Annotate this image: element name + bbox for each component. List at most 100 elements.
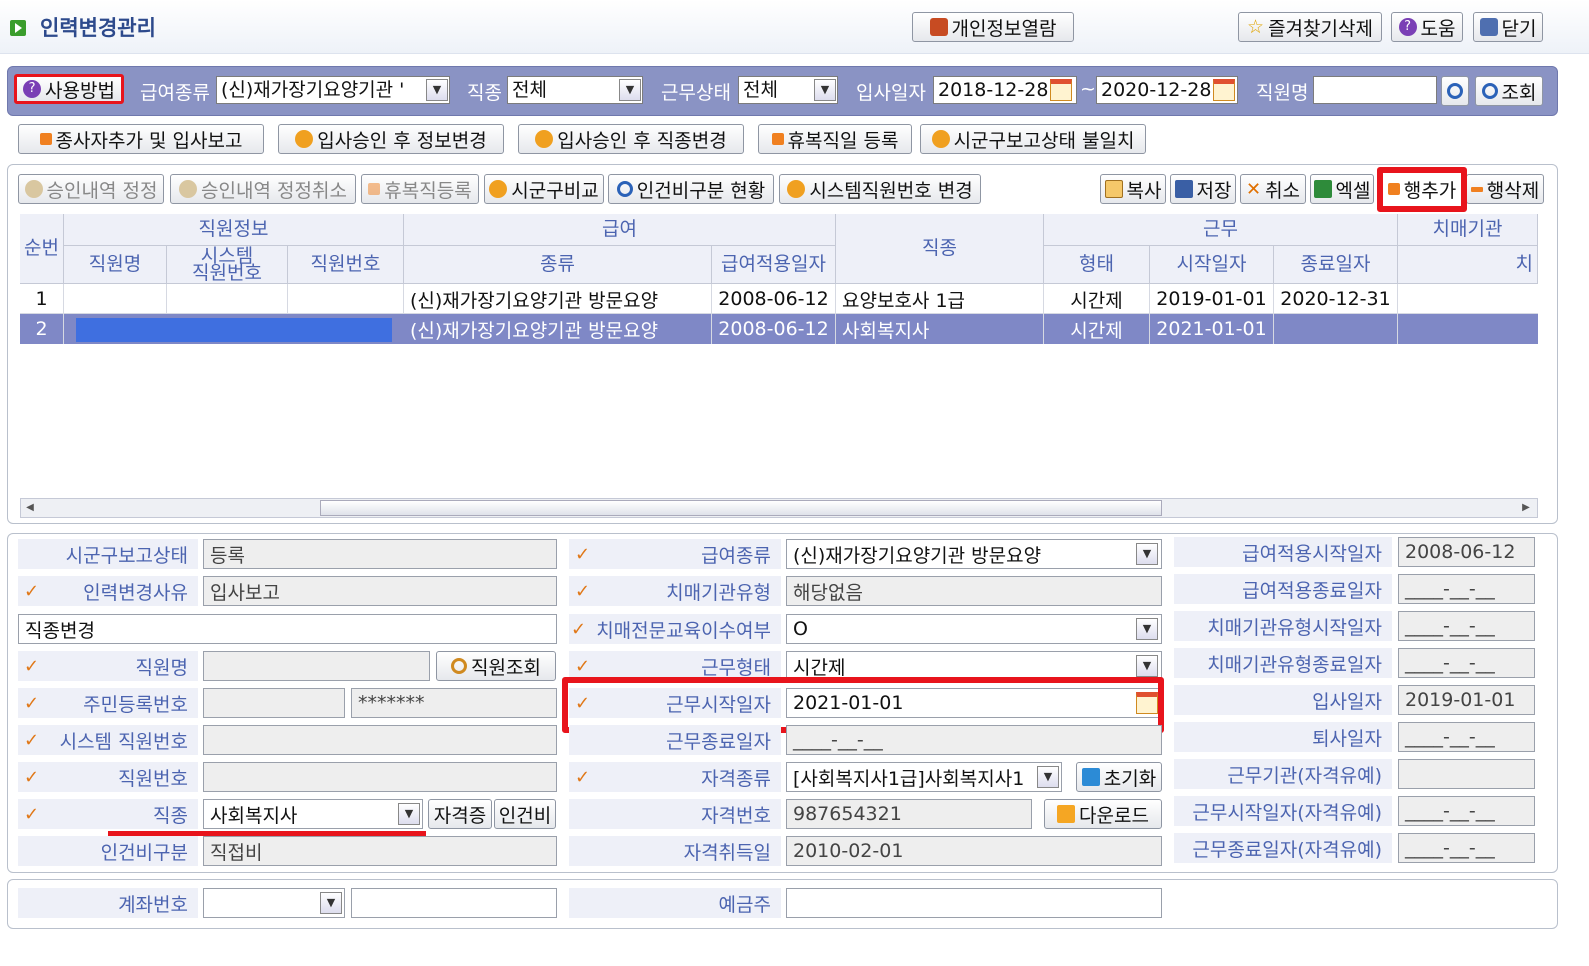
required-check-icon: ✓ bbox=[575, 766, 591, 788]
report-mismatch-button[interactable]: 시군구보고상태 불일치 bbox=[920, 124, 1146, 154]
leave-register-button[interactable]: 휴복직등록 bbox=[361, 174, 479, 204]
job-change-button[interactable]: 입사승인 후 직종변경 bbox=[518, 124, 744, 154]
deferred-end-label: 근무종료일자(자격유예) bbox=[1174, 833, 1392, 863]
dementia-edu-select[interactable]: O bbox=[786, 614, 1162, 644]
required-check-icon: ✓ bbox=[24, 580, 40, 602]
chevron-down-icon[interactable]: ▼ bbox=[1136, 618, 1158, 640]
usage-button[interactable]: ? 사용방법 bbox=[14, 74, 124, 104]
pay-type-select[interactable]: (신)재가장기요양기관 ' bbox=[216, 76, 450, 104]
cell-end bbox=[1274, 314, 1398, 344]
chevron-down-icon[interactable]: ▼ bbox=[1136, 543, 1158, 565]
cancel-icon: ✕ bbox=[1245, 178, 1262, 200]
chevron-down-icon[interactable]: ▼ bbox=[814, 79, 836, 101]
cell-seq: 1 bbox=[20, 284, 64, 314]
app-logo-icon bbox=[10, 20, 26, 36]
dementia-type-field: 해당없음 bbox=[786, 576, 1162, 606]
scroll-left-icon[interactable]: ◀ bbox=[22, 500, 38, 516]
staff-search-button[interactable]: 직원조회 bbox=[436, 651, 556, 681]
help-button[interactable]: ? 도움 bbox=[1391, 12, 1463, 42]
required-check-icon: ✓ bbox=[24, 729, 40, 751]
chevron-down-icon[interactable]: ▼ bbox=[398, 803, 420, 825]
change-icon bbox=[931, 130, 950, 148]
excel-button[interactable]: 엑셀 bbox=[1310, 174, 1374, 204]
pay-type-select[interactable]: (신)재가장기요양기관 방문요양 bbox=[786, 539, 1162, 569]
account-holder-label: 예금주 bbox=[569, 888, 781, 918]
calendar-icon[interactable] bbox=[1213, 79, 1235, 101]
search-small-button[interactable] bbox=[1441, 76, 1469, 106]
rrn-front-field[interactable] bbox=[203, 688, 345, 718]
col-name-header: 직원명 bbox=[64, 246, 167, 284]
cert-type-label: ✓ 자격종류 bbox=[569, 762, 781, 792]
add-staff-report-button[interactable]: 종사자추가 및 입사보고 bbox=[18, 124, 264, 154]
account-holder-input[interactable] bbox=[786, 888, 1162, 918]
cell-seq: 2 bbox=[20, 314, 64, 344]
pay-type-label: ✓ 급여종류 bbox=[569, 539, 781, 569]
staff-name-field[interactable] bbox=[203, 651, 430, 681]
change-reason-field: 입사보고 bbox=[203, 576, 557, 606]
close-button[interactable]: 닫기 bbox=[1473, 12, 1543, 42]
change-reason-label: ✓ 인력변경사유 bbox=[18, 576, 198, 606]
copy-button[interactable]: 복사 bbox=[1100, 174, 1166, 204]
privacy-view-button[interactable]: 개인정보열람 bbox=[912, 12, 1074, 42]
col-empno-header: 직원번호 bbox=[288, 246, 404, 284]
system-staff-no-field bbox=[203, 725, 557, 755]
rrn-back-field[interactable]: ******* bbox=[351, 688, 557, 718]
chevron-down-icon[interactable]: ▼ bbox=[1037, 766, 1059, 788]
delete-row-button[interactable]: 행삭제 bbox=[1466, 174, 1544, 204]
labor-type-field: 직접비 bbox=[203, 836, 557, 866]
job-type-select[interactable]: 사회복지사 bbox=[203, 799, 423, 829]
deferred-end-field: ____-__-__ bbox=[1398, 833, 1535, 863]
cell-start: 2019-01-01 bbox=[1150, 284, 1274, 314]
search-button[interactable]: 조회 bbox=[1475, 76, 1543, 106]
info-change-button[interactable]: 입사승인 후 정보변경 bbox=[278, 124, 504, 154]
col-sysno-header: 시스템 직원번호 bbox=[167, 246, 288, 284]
dementia-start-label: 치매기관유형시작일자 bbox=[1174, 611, 1392, 641]
cell-work-type: 시간제 bbox=[1044, 314, 1150, 344]
star-icon: ☆ bbox=[1247, 16, 1265, 38]
col-work-type-header: 형태 bbox=[1044, 246, 1150, 284]
door-icon bbox=[1479, 18, 1498, 36]
date-range-separator: ~ bbox=[1080, 78, 1096, 100]
hire-date-label: 입사일자 bbox=[1174, 685, 1392, 715]
approval-fix-cancel-button[interactable]: 승인내역 정정취소 bbox=[170, 174, 356, 204]
required-check-icon: ✓ bbox=[24, 692, 40, 714]
favorite-delete-button[interactable]: ☆ 즐겨찾기삭제 bbox=[1238, 12, 1382, 42]
download-button[interactable]: 다운로드 bbox=[1044, 799, 1162, 829]
labor-cost-button[interactable]: 인건비 bbox=[494, 799, 556, 829]
report-status-field: 등록 bbox=[203, 539, 557, 569]
chevron-down-icon[interactable]: ▼ bbox=[619, 79, 641, 101]
reason-detail-input[interactable]: 직종변경 bbox=[18, 614, 557, 644]
scroll-thumb[interactable] bbox=[320, 500, 1162, 516]
change-icon bbox=[787, 180, 806, 198]
cert-type-select[interactable]: [사회복지사1급]사회복지사1 bbox=[786, 762, 1062, 792]
chevron-down-icon[interactable]: ▼ bbox=[1136, 655, 1158, 677]
deferred-start-field: ____-__-__ bbox=[1398, 796, 1535, 826]
calendar-icon[interactable] bbox=[1050, 79, 1072, 101]
chevron-down-icon[interactable]: ▼ bbox=[320, 892, 342, 914]
cell-name bbox=[64, 284, 167, 314]
cell-staff-selection bbox=[76, 318, 392, 342]
scroll-right-icon[interactable]: ▶ bbox=[1518, 500, 1534, 516]
save-button[interactable]: 저장 bbox=[1170, 174, 1236, 204]
district-compare-button[interactable]: 시군구비교 bbox=[484, 174, 604, 204]
sysno-change-button[interactable]: 시스템직원번호 변경 bbox=[779, 174, 981, 204]
group-staff-header: 직원정보 bbox=[64, 214, 404, 246]
staff-name-input[interactable] bbox=[1313, 76, 1437, 104]
job-label: 직종 bbox=[467, 82, 502, 104]
cancel-button[interactable]: ✕ 취소 bbox=[1240, 174, 1306, 204]
required-check-icon: ✓ bbox=[575, 655, 591, 677]
account-no-label: 계좌번호 bbox=[18, 888, 198, 918]
approval-fix-button[interactable]: 승인내역 정정 bbox=[18, 174, 164, 204]
labor-cost-status-button[interactable]: 인건비구분 현황 bbox=[608, 174, 774, 204]
search-icon bbox=[616, 181, 633, 197]
cert-no-field: 987654321 bbox=[786, 799, 1032, 829]
account-no-input[interactable] bbox=[351, 888, 557, 918]
monitor-icon bbox=[1081, 768, 1100, 786]
leave-return-register-button[interactable]: 휴복직일 등록 bbox=[758, 124, 912, 154]
chevron-down-icon[interactable]: ▼ bbox=[426, 79, 448, 101]
reset-button[interactable]: 초기화 bbox=[1076, 762, 1162, 792]
certificate-button[interactable]: 자격증 bbox=[428, 799, 492, 829]
staff-name-label: ✓ 직원명 bbox=[18, 651, 198, 681]
work-inst-label: 근무기관(자격유예) bbox=[1174, 759, 1392, 789]
cell-pay-type: (신)재가장기요양기관 방문요양 bbox=[404, 284, 712, 314]
